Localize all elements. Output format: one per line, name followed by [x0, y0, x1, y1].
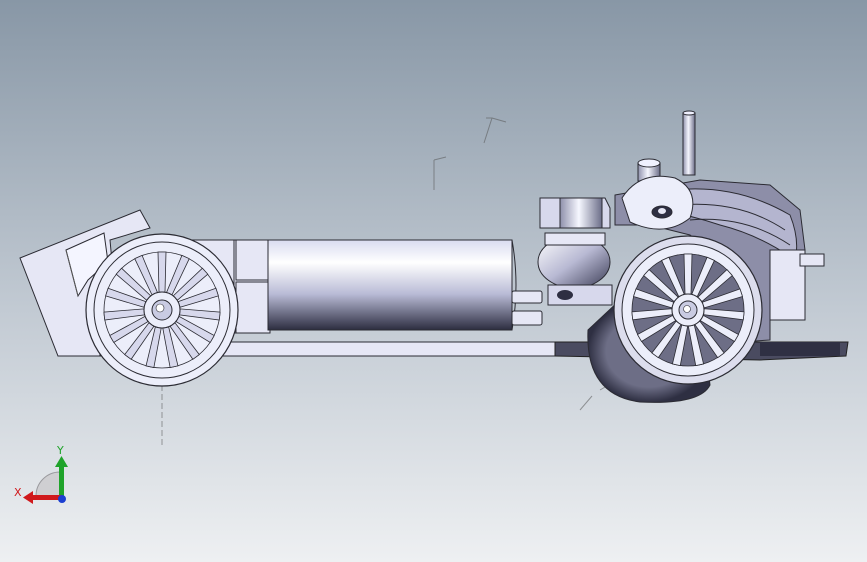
triad-plane [35, 471, 61, 497]
coordinate-triad-icon: Y X [14, 444, 68, 504]
triad-y-label: Y [56, 444, 64, 457]
triad-x-label: X [14, 486, 22, 499]
graphics-viewport[interactable]: Y X [0, 0, 867, 562]
triad-z-axis [58, 495, 66, 503]
